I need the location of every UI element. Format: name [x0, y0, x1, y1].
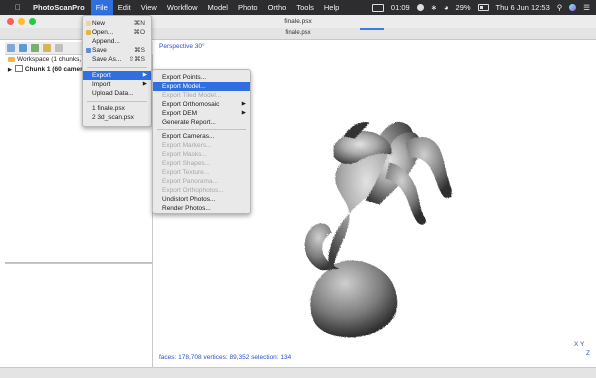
menu-item-export[interactable]: Export ▶ — [83, 71, 151, 80]
battery-percent[interactable]: 29% — [456, 3, 471, 12]
chunk-icon — [14, 65, 23, 72]
menu-app-name[interactable]: PhotoScanPro — [25, 0, 91, 15]
menu-item-upload-data[interactable]: Upload Data... — [83, 89, 151, 98]
expand-arrow-icon[interactable]: ▶ — [8, 67, 12, 73]
export-submenu: Export Points... Export Model... Export … — [152, 69, 251, 214]
menu-item-recent-1[interactable]: 1 finale.psx — [83, 104, 151, 113]
datetime[interactable]: Thu 6 Jun 12:53 — [496, 3, 550, 12]
notification-list-icon[interactable]: ☰ — [583, 3, 590, 12]
siri-icon[interactable] — [416, 4, 424, 11]
submenu-arrow-icon: ▶ — [241, 101, 246, 107]
menu-item-import[interactable]: Import ▶ — [83, 80, 151, 89]
document-tab[interactable]: finale.psx — [285, 30, 310, 36]
menu-item-export-orthomosaic[interactable]: Export Orthomosaic ▶ — [153, 100, 250, 109]
bluetooth-icon[interactable]: ∗ — [431, 3, 437, 12]
search-icon[interactable]: ⚲ — [557, 3, 563, 12]
open-folder-icon — [86, 30, 91, 35]
properties-pane — [5, 263, 153, 368]
close-window-button[interactable] — [7, 18, 14, 25]
menu-help[interactable]: Help — [319, 0, 344, 15]
menu-item-export-shapes: Export Shapes... — [162, 160, 211, 167]
menu-item-export-cameras[interactable]: Export Cameras... — [153, 132, 250, 141]
add-folder-icon[interactable] — [31, 44, 39, 52]
submenu-arrow-icon: ▶ — [142, 81, 147, 87]
menu-item-export-texture: Export Texture... — [162, 169, 210, 176]
zoom-window-button[interactable] — [29, 18, 36, 25]
new-document-icon — [86, 21, 91, 26]
menu-ortho[interactable]: Ortho — [263, 0, 292, 15]
apple-icon[interactable]:  — [11, 3, 25, 12]
menu-item-export-dem[interactable]: Export DEM ▶ — [153, 109, 250, 118]
menu-item-render-photos[interactable]: Render Photos... — [153, 204, 250, 213]
chunk-row[interactable]: ▶ Chunk 1 (60 cameras) — [8, 65, 92, 73]
axis-y-label: Y — [580, 341, 585, 348]
status-area: 01:09 ∗ ◕ 29% Thu 6 Jun 12:53 ⚲ ☰ — [371, 0, 590, 15]
status-time[interactable]: 01:09 — [391, 3, 410, 12]
status-bar — [0, 367, 596, 378]
recording-icon[interactable] — [371, 3, 384, 12]
menu-separator — [87, 101, 147, 102]
axis-x-label: X — [574, 341, 579, 348]
menu-item-save[interactable]: Save ⌘S — [83, 46, 151, 55]
menu-file[interactable]: File — [90, 0, 113, 15]
mesh-stats: faces: 178,708 vertices: 89,352 selectio… — [159, 354, 292, 361]
add-photos-icon[interactable] — [19, 44, 27, 52]
menu-separator — [157, 129, 246, 130]
file-menu-dropdown: New ⌘N Open... ⌘O Append... Save ⌘S Save… — [82, 15, 152, 127]
axis-z-label: Z — [586, 350, 590, 357]
menu-item-save-as[interactable]: Save As... ⇧⌘S — [83, 55, 151, 64]
menu-workflow[interactable]: Workflow — [162, 0, 203, 15]
menu-item-export-points[interactable]: Export Points... — [153, 73, 250, 82]
more-tools-icon[interactable] — [55, 44, 63, 52]
wifi-icon[interactable]: ◕ — [444, 3, 449, 12]
save-disk-icon — [86, 48, 91, 53]
menu-item-open[interactable]: Open... ⌘O — [83, 28, 151, 37]
menu-separator — [87, 67, 147, 68]
menu-photo[interactable]: Photo — [233, 0, 263, 15]
menu-item-export-model[interactable]: Export Model... — [153, 82, 250, 91]
menu-item-generate-report[interactable]: Generate Report... — [153, 118, 250, 127]
submenu-arrow-icon: ▶ — [241, 110, 246, 116]
active-tab-indicator — [360, 28, 384, 30]
workspace-icon — [8, 57, 15, 62]
menu-item-export-orthophotos: Export Orthophotos... — [162, 187, 224, 194]
menu-edit[interactable]: Edit — [113, 0, 136, 15]
menu-model[interactable]: Model — [203, 0, 233, 15]
siri-icon[interactable] — [569, 4, 577, 11]
window-title: finale.psx — [284, 18, 312, 25]
axis-gizmo: X Y Z — [574, 341, 592, 359]
menu-view[interactable]: View — [136, 0, 162, 15]
menu-item-export-tiled-model: Export Tiled Model... — [162, 92, 222, 99]
menu-item-export-markers: Export Markers... — [162, 142, 212, 149]
add-chunk-icon[interactable] — [7, 44, 15, 52]
menu-item-append[interactable]: Append... — [83, 37, 151, 46]
menu-item-export-panorama: Export Panorama... — [162, 178, 218, 185]
battery-icon[interactable] — [477, 4, 489, 11]
menu-tools[interactable]: Tools — [291, 0, 319, 15]
menu-item-export-masks: Export Masks... — [162, 151, 207, 158]
submenu-arrow-icon: ▶ — [142, 72, 147, 78]
remove-items-icon[interactable] — [43, 44, 51, 52]
menu-item-new[interactable]: New ⌘N — [83, 19, 151, 28]
minimize-window-button[interactable] — [18, 18, 25, 25]
menu-item-recent-2[interactable]: 2 3d_scan.psx — [83, 113, 151, 122]
system-menubar:  PhotoScanPro File Edit View Workflow M… — [0, 0, 596, 15]
menu-item-undistort-photos[interactable]: Undistort Photos... — [153, 195, 250, 204]
